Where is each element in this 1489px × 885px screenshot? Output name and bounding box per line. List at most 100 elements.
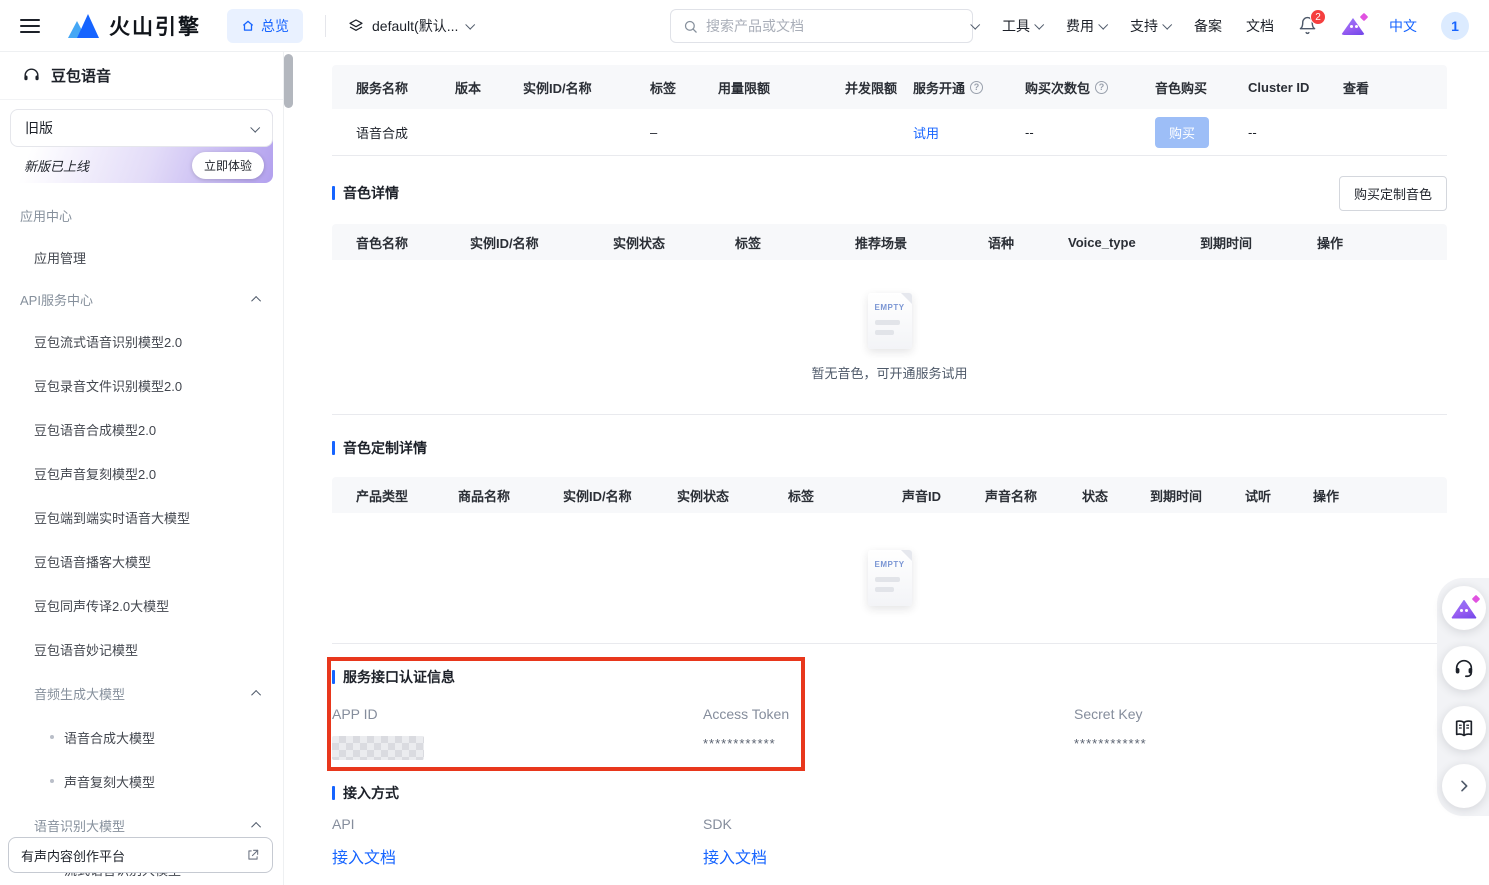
language-switcher[interactable]: 中文 xyxy=(1389,16,1417,36)
bullet-dot xyxy=(50,779,54,783)
section-title: 接入方式 xyxy=(332,783,399,803)
help-icon[interactable] xyxy=(1095,81,1108,94)
audio-creation-platform-link[interactable]: 有声内容创作平台 xyxy=(8,837,273,873)
voice-detail-section-header: 音色详情 购买定制音色 xyxy=(332,178,1447,208)
title-accent-bar xyxy=(332,670,335,684)
secret-key-value: ************ xyxy=(1074,736,1447,760)
divider xyxy=(325,15,326,37)
version-selector[interactable]: 旧版 xyxy=(10,109,273,147)
buy-button[interactable]: 购买 xyxy=(1155,117,1209,148)
product-title: 豆包语音 xyxy=(51,65,111,86)
col-instance-id: 实例ID/名称 xyxy=(539,486,653,505)
sidebar-item-podcast-model[interactable]: 豆包语音播客大模型 xyxy=(10,539,273,583)
service-table: 服务名称 版本 实例ID/名称 标签 用量限额 并发限额 服务开通 购买次数包 … xyxy=(332,65,1447,156)
access-labels-row: API SDK xyxy=(332,816,1447,832)
buy-custom-voice-button[interactable]: 购买定制音色 xyxy=(1339,176,1447,211)
title-accent-bar xyxy=(332,186,335,200)
trial-link[interactable]: 试用 xyxy=(913,126,939,141)
sidebar-item-voice-notes[interactable]: 豆包语音妙记模型 xyxy=(10,627,273,671)
customer-support-fab[interactable] xyxy=(1442,646,1486,690)
ai-mountain-icon xyxy=(1451,598,1477,619)
access-token-label: Access Token xyxy=(703,706,1074,722)
col-tag: 标签 xyxy=(764,486,878,505)
hamburger-menu-icon[interactable] xyxy=(20,19,40,33)
col-service-name: 服务名称 xyxy=(332,78,431,97)
try-now-button[interactable]: 立即体验 xyxy=(192,152,264,179)
headset-icon xyxy=(1453,657,1475,679)
auth-section-header: 服务接口认证信息 xyxy=(332,662,1447,692)
chevron-up-icon xyxy=(251,821,261,831)
section-title: 服务接口认证信息 xyxy=(332,667,455,687)
col-expire-time: 到期时间 xyxy=(1176,233,1293,252)
empty-document-icon: EMPTY xyxy=(868,550,912,606)
link-icp-filing[interactable]: 备案 xyxy=(1194,16,1222,36)
project-selector[interactable]: default(默认... xyxy=(348,16,473,36)
col-product-type: 产品类型 xyxy=(332,486,434,505)
api-doc-link[interactable]: 接入文档 xyxy=(332,850,396,867)
notifications-button[interactable]: 2 xyxy=(1298,16,1317,35)
menu-support[interactable]: 支持 xyxy=(1130,16,1170,36)
auth-values-row: ************ ************ xyxy=(332,736,1447,760)
sidebar-scrollbar[interactable] xyxy=(284,54,293,108)
sidebar-item-clone-large[interactable]: 声音复刻大模型 xyxy=(10,759,273,803)
ai-assistant-icon[interactable] xyxy=(1341,16,1365,35)
access-section-header: 接入方式 xyxy=(332,778,1447,808)
collapse-fab[interactable] xyxy=(1442,764,1486,808)
page: 火山引擎 总览 default(默认... 企业 工具 费用 支持 备案 文档 … xyxy=(0,0,1489,885)
col-instance-status: 实例状态 xyxy=(589,233,711,252)
help-icon[interactable] xyxy=(970,81,983,94)
search-icon xyxy=(683,19,698,34)
empty-state-text: 暂无音色，可开通服务试用 xyxy=(811,363,967,382)
group-audio-generation[interactable]: 音频生成大模型 xyxy=(10,671,273,715)
voice-custom-table: 产品类型 商品名称 实例ID/名称 实例状态 标签 声音ID 声音名称 状态 到… xyxy=(332,477,1447,644)
chevron-right-icon xyxy=(1456,778,1472,794)
col-cluster-id: Cluster ID xyxy=(1224,80,1319,95)
menu-billing[interactable]: 费用 xyxy=(1066,16,1106,36)
search-input[interactable] xyxy=(706,18,960,34)
sidebar-item-file-asr-2[interactable]: 豆包录音文件识别模型2.0 xyxy=(10,363,273,407)
title-accent-bar xyxy=(332,441,335,455)
brand-logo[interactable]: 火山引擎 xyxy=(68,11,201,41)
sidebar-item-voice-clone-2[interactable]: 豆包声音复刻模型2.0 xyxy=(10,451,273,495)
section-title: 音色详情 xyxy=(332,183,399,203)
app-id-masked-value xyxy=(332,736,424,760)
notification-badge: 2 xyxy=(1310,9,1326,25)
col-instance-id: 实例ID/名称 xyxy=(446,233,589,252)
sdk-doc-link[interactable]: 接入文档 xyxy=(703,850,767,867)
col-usage-limit: 用量限额 xyxy=(694,78,821,97)
chevron-down-icon xyxy=(250,122,260,132)
menu-tools[interactable]: 工具 xyxy=(1002,16,1042,36)
col-voice-id: 声音ID xyxy=(878,486,961,505)
col-voice-type: Voice_type xyxy=(1044,235,1176,250)
service-table-row: 语音合成 – 试用 -- 购买 -- xyxy=(332,109,1447,156)
col-voice-name: 音色名称 xyxy=(332,233,446,252)
user-avatar[interactable]: 1 xyxy=(1441,12,1469,40)
sidebar-item-app-management[interactable]: 应用管理 xyxy=(10,235,273,279)
page-fold xyxy=(901,293,912,304)
sidebar-item-simul-interpret[interactable]: 豆包同声传译2.0大模型 xyxy=(10,583,273,627)
version-value: 旧版 xyxy=(25,118,53,138)
sidebar-item-tts-large[interactable]: 语音合成大模型 xyxy=(10,715,273,759)
layers-icon xyxy=(348,18,364,34)
link-docs[interactable]: 文档 xyxy=(1246,16,1274,36)
documentation-fab[interactable] xyxy=(1442,706,1486,750)
navbar-right: 企业 工具 费用 支持 备案 文档 2 中文 1 xyxy=(938,12,1469,40)
new-version-banner: 新版已上线 立即体验 xyxy=(10,147,273,183)
section-api-center[interactable]: API服务中心 xyxy=(10,279,273,319)
section-title: 音色定制详情 xyxy=(332,438,427,458)
cell-purchase-package: -- xyxy=(1001,125,1131,140)
overview-label: 总览 xyxy=(261,16,289,36)
col-view: 查看 xyxy=(1319,78,1447,97)
secret-key-label: Secret Key xyxy=(1074,706,1447,722)
col-audition: 试听 xyxy=(1221,486,1289,505)
voice-custom-section-header: 音色定制详情 xyxy=(332,433,1447,463)
ai-assistant-fab[interactable] xyxy=(1442,586,1486,630)
col-language: 语种 xyxy=(964,233,1044,252)
overview-button[interactable]: 总览 xyxy=(227,9,303,43)
sidebar-item-tts-2[interactable]: 豆包语音合成模型2.0 xyxy=(10,407,273,451)
sidebar-item-streaming-asr-2[interactable]: 豆包流式语音识别模型2.0 xyxy=(10,319,273,363)
voice-table-empty-state: EMPTY 暂无音色，可开通服务试用 xyxy=(332,260,1447,415)
sidebar-item-realtime-voice[interactable]: 豆包端到端实时语音大模型 xyxy=(10,495,273,539)
col-purchase-package: 购买次数包 xyxy=(1001,78,1131,97)
col-voice-purchase: 音色购买 xyxy=(1131,78,1224,97)
